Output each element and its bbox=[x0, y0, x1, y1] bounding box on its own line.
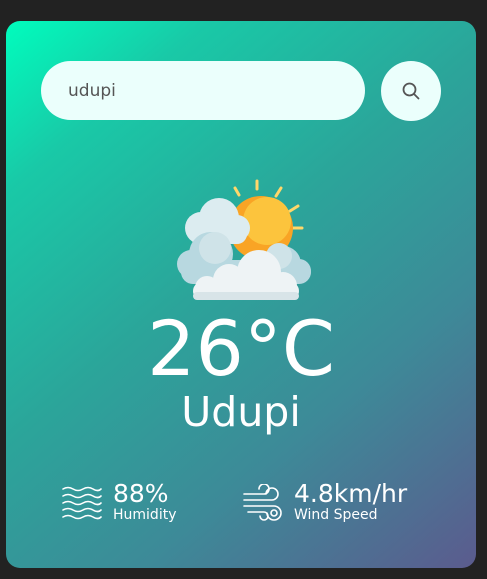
humidity-label: Humidity bbox=[113, 507, 177, 524]
humidity-section: 88% Humidity bbox=[61, 479, 177, 524]
search-button[interactable] bbox=[381, 61, 441, 121]
wind-section: 4.8km/hr Wind Speed bbox=[242, 479, 408, 524]
search-box[interactable] bbox=[41, 61, 365, 120]
search-icon bbox=[402, 82, 420, 100]
weather-card: 26°C Udupi 88% Humidity bbox=[6, 21, 476, 568]
city-name: Udupi bbox=[181, 388, 301, 436]
humidity-value: 88% bbox=[113, 479, 169, 508]
temperature: 26°C bbox=[147, 304, 335, 393]
wind-value: 4.8km/hr bbox=[294, 479, 408, 508]
wind-icon bbox=[243, 483, 282, 521]
wind-label: Wind Speed bbox=[294, 507, 378, 524]
humidity-waves-icon bbox=[62, 486, 102, 519]
sun-behind-clouds-icon bbox=[177, 179, 311, 300]
search-input[interactable] bbox=[66, 79, 330, 102]
